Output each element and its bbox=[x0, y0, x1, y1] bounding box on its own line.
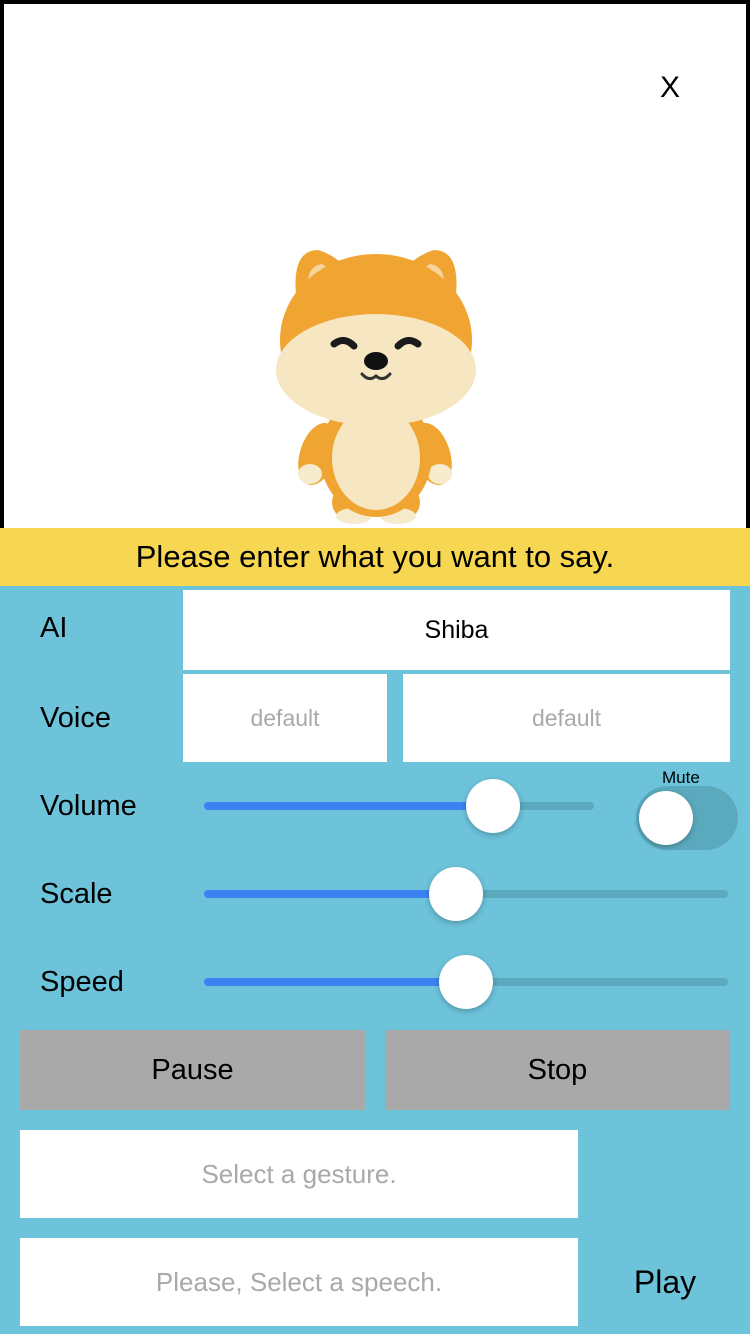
speech-selector[interactable]: Please, Select a speech. bbox=[20, 1238, 578, 1326]
scale-slider[interactable] bbox=[204, 864, 728, 924]
mute-toggle-knob bbox=[639, 791, 693, 845]
play-button-label: Play bbox=[633, 1263, 697, 1300]
character-preview: X bbox=[0, 0, 750, 528]
voice-selector-primary[interactable]: default bbox=[183, 674, 387, 762]
stop-button[interactable]: Stop bbox=[385, 1030, 730, 1110]
control-panel: AI Shiba Voice default default Volume Mu… bbox=[0, 586, 750, 1334]
speech-selector-placeholder: Please, Select a speech. bbox=[155, 1266, 443, 1297]
mute-label: Mute bbox=[662, 768, 700, 787]
volume-slider[interactable] bbox=[204, 776, 594, 836]
ai-selector-value: Shiba bbox=[424, 615, 489, 644]
voice-selector-secondary[interactable]: default bbox=[403, 674, 730, 762]
gesture-selector-placeholder: Select a gesture. bbox=[201, 1158, 397, 1189]
ai-label: AI bbox=[40, 612, 68, 644]
voice-label: Voice bbox=[40, 702, 111, 734]
shiba-character-image bbox=[276, 250, 476, 524]
close-button[interactable]: X bbox=[650, 66, 690, 110]
pause-button-label: Pause bbox=[151, 1053, 234, 1086]
mute-toggle[interactable] bbox=[636, 786, 738, 850]
gesture-selector[interactable]: Select a gesture. bbox=[20, 1130, 578, 1218]
speed-label: Speed bbox=[40, 966, 124, 998]
speed-slider-fill bbox=[204, 978, 466, 986]
ai-selector[interactable]: Shiba bbox=[183, 590, 730, 670]
volume-slider-fill bbox=[204, 802, 493, 810]
scale-label: Scale bbox=[40, 878, 113, 910]
volume-slider-thumb[interactable] bbox=[465, 779, 520, 833]
speed-slider-thumb[interactable] bbox=[439, 955, 493, 1009]
voice-selector-secondary-value: default bbox=[531, 704, 602, 731]
scale-slider-thumb[interactable] bbox=[428, 867, 483, 921]
pause-button[interactable]: Pause bbox=[20, 1030, 365, 1110]
stop-button-label: Stop bbox=[527, 1053, 588, 1086]
banner-text: Please enter what you want to say. bbox=[135, 539, 615, 574]
speed-slider[interactable] bbox=[204, 952, 728, 1012]
play-button[interactable]: Play bbox=[600, 1238, 730, 1326]
voice-selector-primary-value: default bbox=[250, 704, 320, 731]
volume-label: Volume bbox=[40, 790, 137, 822]
scale-slider-fill bbox=[204, 890, 456, 898]
speech-prompt-banner: Please enter what you want to say. bbox=[0, 528, 750, 586]
